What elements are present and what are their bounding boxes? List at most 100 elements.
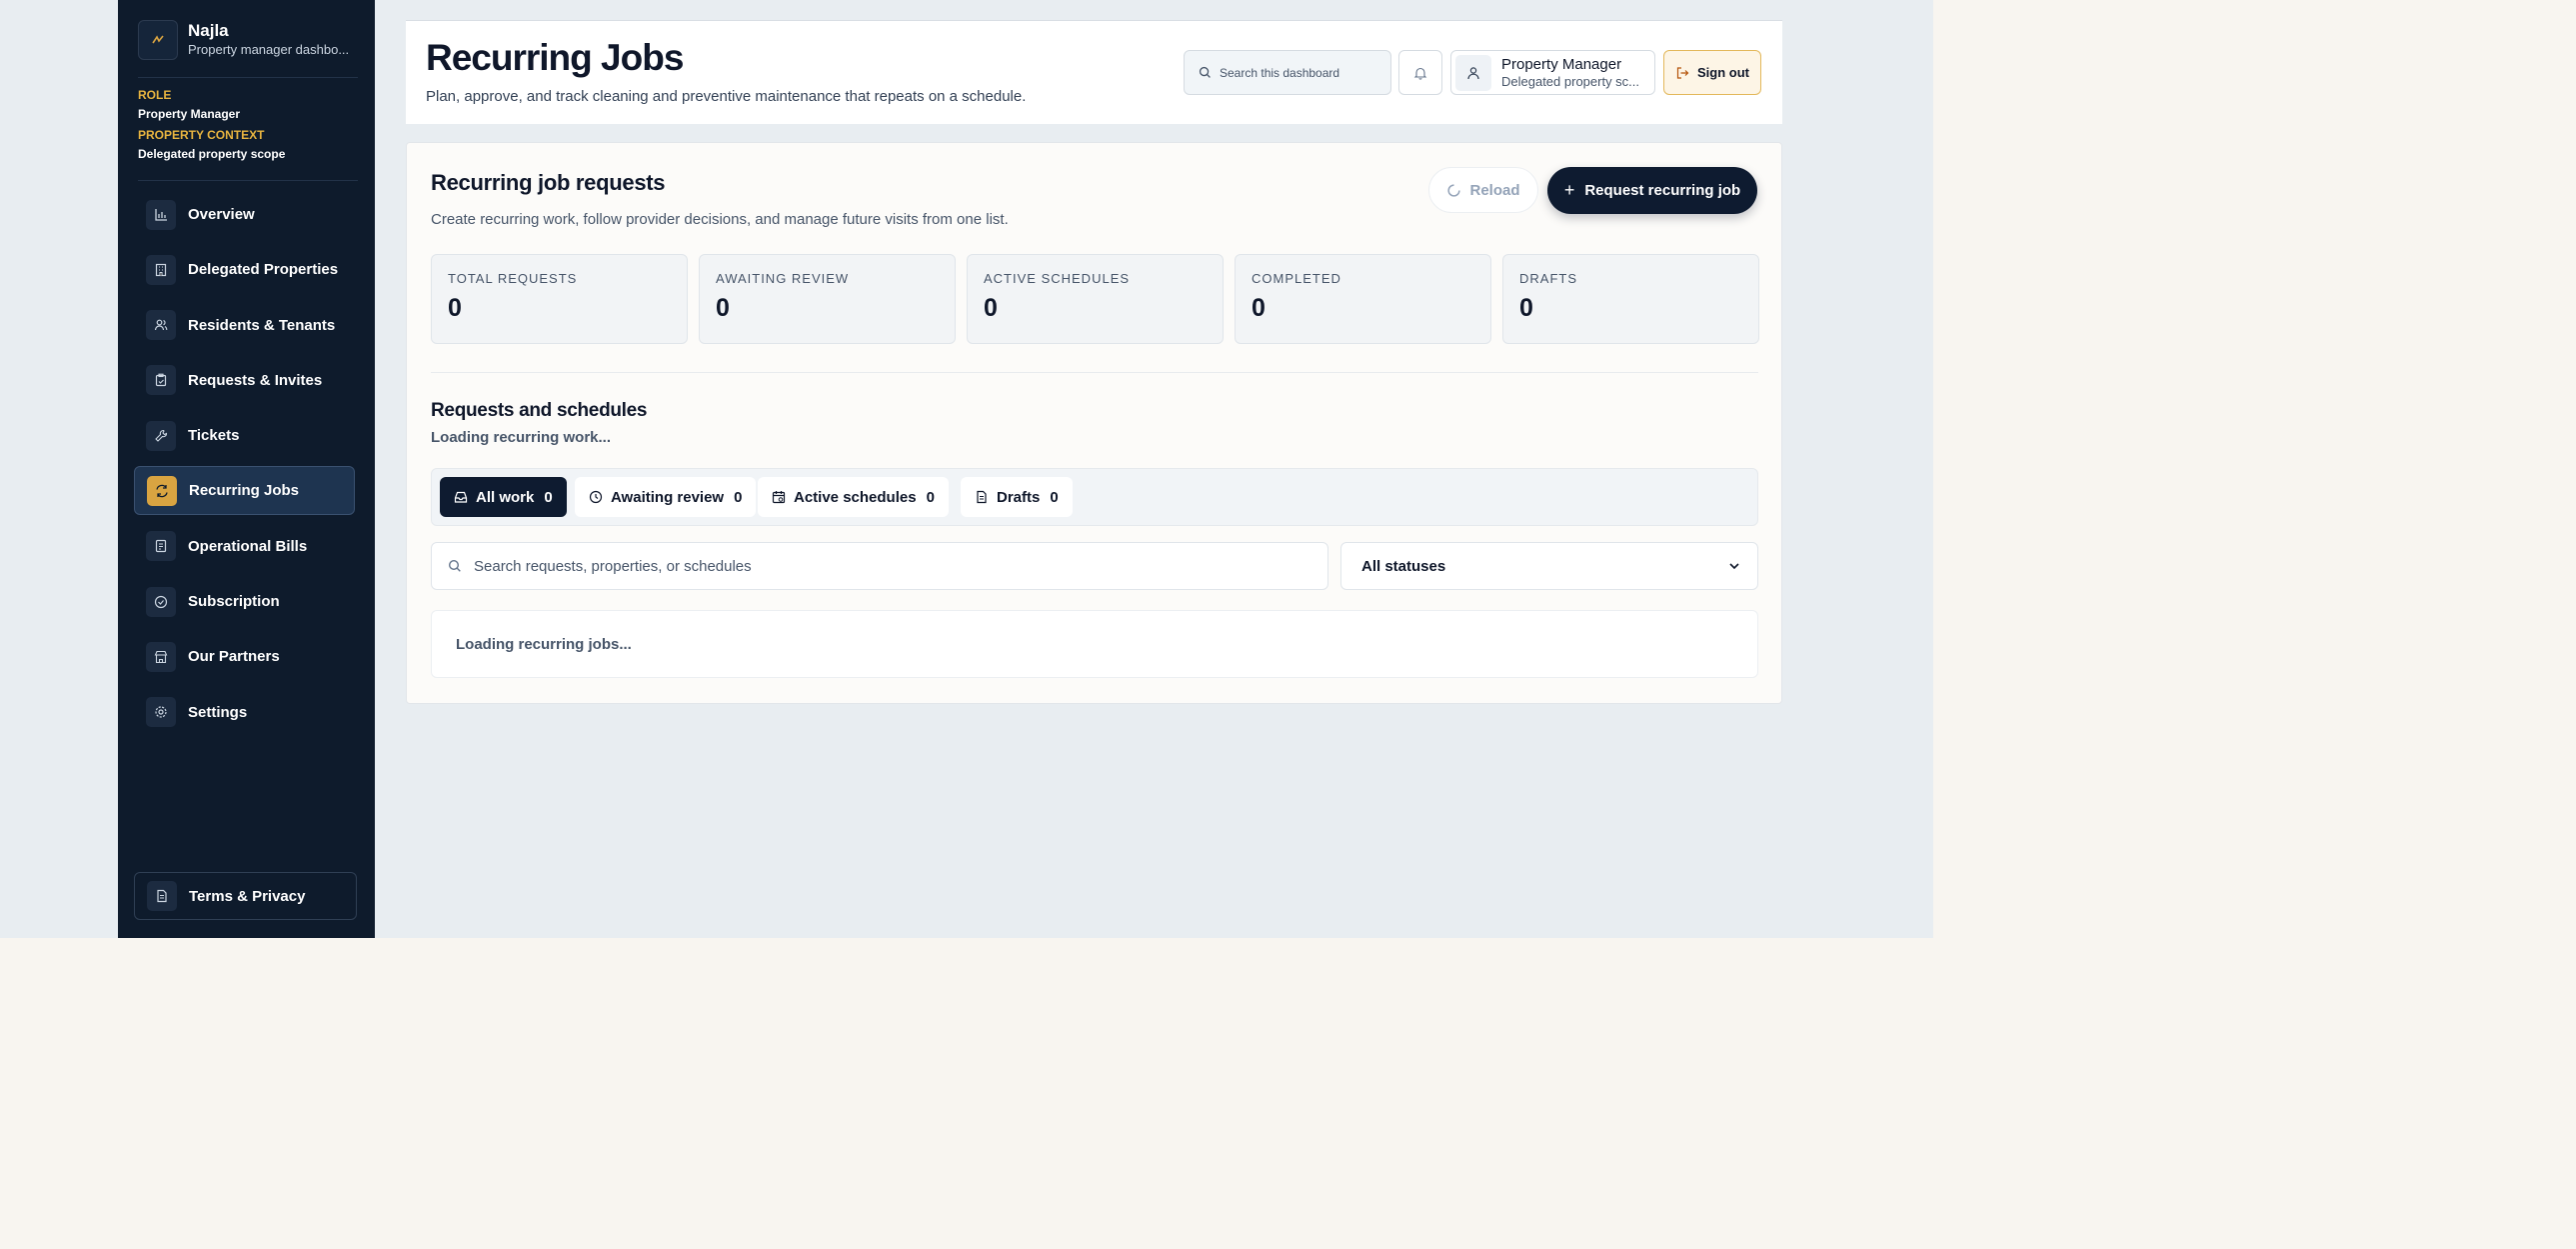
brand: Najla Property manager dashbo... <box>138 20 349 60</box>
sidebar-item-delegated-properties[interactable]: Delegated Properties <box>134 245 355 294</box>
bell-icon <box>1413 67 1427 80</box>
filter-tabs: All work 0 Awaiting review 0 Active sche… <box>431 468 1758 526</box>
brand-subtitle: Property manager dashbo... <box>188 42 350 57</box>
sidebar-item-label: Tickets <box>188 427 240 445</box>
building-icon <box>146 254 176 285</box>
stat-value: 0 <box>448 294 462 322</box>
plus-icon: + <box>1563 180 1575 200</box>
tab-active-schedules[interactable]: Active schedules 0 <box>758 477 949 517</box>
user-scope: Delegated property sc... <box>1501 73 1640 89</box>
stat-card-completed: COMPLETED 0 <box>1235 254 1491 344</box>
page-subtitle: Plan, approve, and track cleaning and pr… <box>426 88 1027 105</box>
tab-count: 0 <box>734 488 743 506</box>
context-value: Delegated property scope <box>138 147 286 161</box>
requests-schedules-title: Requests and schedules <box>431 400 648 421</box>
calendar-clock-icon <box>772 491 786 504</box>
recurring-jobs-panel: Recurring job requests Create recurring … <box>406 142 1782 704</box>
sidebar-item-tickets[interactable]: Tickets <box>134 411 355 460</box>
user-profile-chip[interactable]: Property Manager Delegated property sc..… <box>1450 50 1655 95</box>
sidebar-item-our-partners[interactable]: Our Partners <box>134 632 355 681</box>
sidebar-nav: Overview Delegated Properties Residents … <box>134 190 355 743</box>
tab-count: 0 <box>1050 488 1059 506</box>
sidebar-item-requests-invites[interactable]: Requests & Invites <box>134 356 355 405</box>
stat-label: DRAFTS <box>1519 271 1577 286</box>
role-value: Property Manager <box>138 107 241 121</box>
reload-button[interactable]: Reload <box>1428 167 1538 213</box>
sidebar-item-settings[interactable]: Settings <box>134 688 355 737</box>
tab-count: 0 <box>544 488 553 506</box>
requests-status-text: Loading recurring work... <box>431 429 612 446</box>
tab-label: Awaiting review <box>611 488 725 506</box>
sidebar-item-label: Residents & Tenants <box>188 316 336 334</box>
stat-label: COMPLETED <box>1252 271 1341 286</box>
page-header: Recurring Jobs Plan, approve, and track … <box>406 20 1782 124</box>
sidebar-divider <box>138 180 358 181</box>
stat-value: 0 <box>1519 294 1533 322</box>
store-icon <box>146 641 176 672</box>
tab-awaiting-review[interactable]: Awaiting review 0 <box>575 477 757 517</box>
tab-label: Drafts <box>997 488 1041 506</box>
clipboard-icon <box>146 365 176 396</box>
clock-icon <box>589 490 603 504</box>
requests-search-input[interactable] <box>474 557 1274 575</box>
stat-label: TOTAL REQUESTS <box>448 271 578 286</box>
sign-out-icon <box>1676 66 1689 79</box>
role-block: ROLE Property Manager PROPERTY CONTEXT D… <box>138 88 285 162</box>
stat-card-active-schedules: ACTIVE SCHEDULES 0 <box>967 254 1224 344</box>
app-viewport: Najla Property manager dashbo... ROLE Pr… <box>0 0 1933 938</box>
request-recurring-job-button[interactable]: + Request recurring job <box>1547 167 1757 214</box>
request-label: Request recurring job <box>1584 182 1741 199</box>
section-subtitle: Create recurring work, follow provider d… <box>431 211 1009 228</box>
brand-name: Najla <box>188 21 229 40</box>
requests-search[interactable] <box>431 542 1328 590</box>
sidebar-item-recurring-jobs[interactable]: Recurring Jobs <box>134 466 355 516</box>
logo-mark-icon <box>152 35 164 44</box>
dashboard-search[interactable] <box>1184 50 1391 95</box>
tab-all-work[interactable]: All work 0 <box>440 477 567 517</box>
tab-label: Active schedules <box>794 488 917 506</box>
sidebar-item-label: Requests & Invites <box>188 371 323 389</box>
page-title: Recurring Jobs <box>426 37 684 78</box>
inbox-icon <box>454 491 468 503</box>
stat-card-total-requests: TOTAL REQUESTS 0 <box>431 254 688 344</box>
section-divider <box>431 372 1758 373</box>
stats-row: TOTAL REQUESTS 0 AWAITING REVIEW 0 ACTIV… <box>431 254 1759 344</box>
sidebar-item-subscription[interactable]: Subscription <box>134 577 355 626</box>
terms-privacy-link[interactable]: Terms & Privacy <box>134 872 357 920</box>
stat-value: 0 <box>1252 294 1266 322</box>
brand-logo <box>138 20 178 60</box>
search-input[interactable] <box>1220 65 1379 80</box>
loading-spinner-icon <box>1447 183 1461 197</box>
tab-label: All work <box>476 488 535 506</box>
user-icon <box>1467 66 1479 79</box>
sidebar-item-overview[interactable]: Overview <box>134 190 355 239</box>
status-filter-select[interactable]: All statuses <box>1340 542 1758 590</box>
jobs-list-loading: Loading recurring jobs... <box>431 610 1758 678</box>
sidebar: Najla Property manager dashbo... ROLE Pr… <box>118 0 375 938</box>
reload-label: Reload <box>1469 181 1520 199</box>
stat-label: ACTIVE SCHEDULES <box>984 271 1131 286</box>
notifications-button[interactable] <box>1398 50 1442 95</box>
receipt-icon <box>146 531 176 562</box>
tab-drafts[interactable]: Drafts 0 <box>961 477 1073 517</box>
sidebar-item-label: Operational Bills <box>188 537 308 555</box>
stat-value: 0 <box>716 294 730 322</box>
status-select-value: All statuses <box>1361 557 1446 575</box>
sign-out-button[interactable]: Sign out <box>1663 50 1761 95</box>
chart-icon <box>146 199 176 230</box>
terms-label: Terms & Privacy <box>189 887 306 905</box>
sidebar-item-label: Overview <box>188 206 255 223</box>
wrench-icon <box>146 420 176 451</box>
search-icon <box>448 559 461 572</box>
document-icon <box>147 881 177 911</box>
sidebar-item-label: Subscription <box>188 593 280 611</box>
avatar <box>1455 54 1491 91</box>
loading-text: Loading recurring jobs... <box>456 635 632 653</box>
stat-card-awaiting-review: AWAITING REVIEW 0 <box>699 254 956 344</box>
context-label: PROPERTY CONTEXT <box>138 128 265 142</box>
stat-card-drafts: DRAFTS 0 <box>1502 254 1759 344</box>
sidebar-item-residents-tenants[interactable]: Residents & Tenants <box>134 301 355 350</box>
user-name: Property Manager <box>1501 55 1622 73</box>
sidebar-item-operational-bills[interactable]: Operational Bills <box>134 522 355 571</box>
sidebar-item-label: Recurring Jobs <box>189 482 300 500</box>
